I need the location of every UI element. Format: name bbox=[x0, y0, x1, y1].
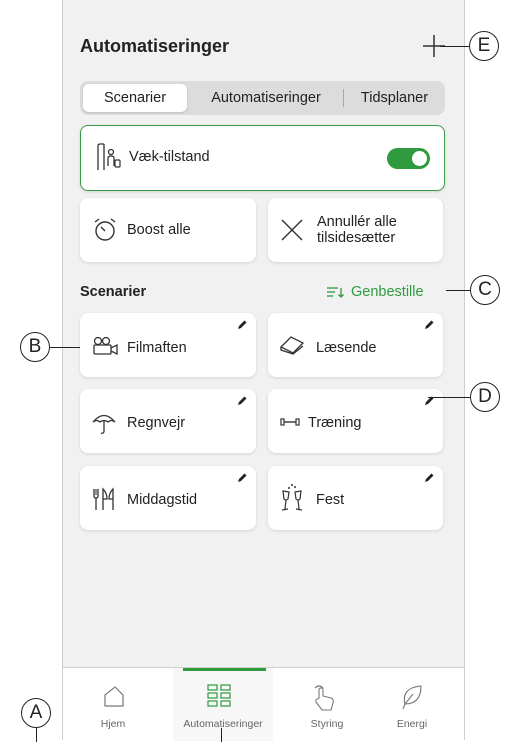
scenario-card-filmaften[interactable]: Filmaften bbox=[80, 313, 256, 377]
sort-icon bbox=[327, 287, 344, 299]
callout-c: C bbox=[470, 275, 500, 305]
away-mode-card[interactable]: Væk-tilstand bbox=[80, 125, 445, 191]
cancel-overrides-button[interactable]: Annullér alle tilsidesætter bbox=[268, 198, 443, 262]
scenario-label: Regnvejr bbox=[127, 415, 186, 431]
reorder-button[interactable]: Genbestille bbox=[327, 284, 424, 300]
callout-line-b bbox=[50, 347, 80, 349]
edit-pencil-icon[interactable] bbox=[236, 472, 248, 484]
tab-tidsplaner[interactable]: Tidsplaner bbox=[346, 84, 443, 112]
cancel-label-line2: tilsidesætter bbox=[317, 230, 396, 246]
boost-all-button[interactable]: Boost alle bbox=[80, 198, 256, 262]
book-icon bbox=[279, 336, 305, 355]
tab-label: Energi bbox=[396, 718, 428, 730]
umbrella-icon bbox=[92, 414, 116, 434]
segment-divider bbox=[343, 89, 344, 107]
page-title: Automatiseringer bbox=[80, 36, 230, 56]
callout-line-a bbox=[36, 728, 38, 742]
away-mode-toggle[interactable] bbox=[387, 148, 430, 169]
tick-mark bbox=[221, 728, 223, 742]
home-icon bbox=[104, 686, 124, 707]
cancel-label-line1: Annullér alle bbox=[317, 214, 397, 230]
scenario-card-fest[interactable]: Fest bbox=[268, 466, 443, 530]
champagne-icon bbox=[281, 484, 303, 511]
scenario-label: Middagstid bbox=[127, 492, 198, 508]
edit-pencil-icon[interactable] bbox=[423, 472, 435, 484]
callout-line-e bbox=[440, 46, 469, 48]
callout-line-d bbox=[428, 397, 471, 399]
scenario-card-laesende[interactable]: Læsende bbox=[268, 313, 443, 377]
scenario-card-traening[interactable]: Træning bbox=[268, 389, 443, 453]
edit-pencil-icon[interactable] bbox=[423, 319, 435, 331]
tab-energi[interactable]: Energi bbox=[362, 668, 462, 741]
scenario-card-middagstid[interactable]: Middagstid bbox=[80, 466, 256, 530]
edit-pencil-icon[interactable] bbox=[236, 395, 248, 407]
boost-all-label: Boost alle bbox=[127, 222, 191, 238]
scenario-label: Fest bbox=[316, 492, 345, 508]
reorder-label: Genbestille bbox=[351, 284, 424, 300]
section-title: Scenarier bbox=[80, 284, 147, 300]
tab-hjem[interactable]: Hjem bbox=[63, 668, 163, 741]
scenario-label: Træning bbox=[308, 415, 362, 431]
callout-b: B bbox=[20, 332, 50, 362]
tab-automatiseringer[interactable]: Automatiseringer bbox=[190, 84, 342, 112]
scenario-label: Filmaften bbox=[127, 340, 187, 356]
tab-scenarier[interactable]: Scenarier bbox=[83, 84, 187, 112]
active-tab-indicator bbox=[183, 668, 266, 671]
tab-label: Hjem bbox=[100, 718, 126, 730]
edit-pencil-icon[interactable] bbox=[236, 319, 248, 331]
phone-screen: Automatiseringer Scenarier Automatiserin… bbox=[62, 0, 465, 741]
scenario-label: Læsende bbox=[316, 340, 377, 356]
away-person-icon bbox=[97, 143, 121, 170]
toggle-knob bbox=[412, 151, 427, 166]
tab-label: Automatiseringer bbox=[183, 718, 263, 730]
bottom-tab-bar: Hjem Automatiseringer Styring Energi bbox=[63, 667, 464, 741]
dumbbell-icon bbox=[280, 418, 300, 426]
scenario-card-regnvejr[interactable]: Regnvejr bbox=[80, 389, 256, 453]
callout-e: E bbox=[469, 31, 499, 61]
away-mode-label: Væk-tilstand bbox=[129, 149, 210, 165]
cancel-overrides-label: Annullér alle tilsidesætter bbox=[317, 214, 397, 246]
leaf-icon bbox=[402, 685, 422, 710]
cutlery-icon bbox=[93, 487, 114, 510]
stopwatch-icon bbox=[94, 218, 116, 241]
close-icon bbox=[281, 219, 303, 241]
segmented-control: Scenarier Automatiseringer Tidsplaner bbox=[80, 81, 445, 115]
grid-icon bbox=[207, 684, 231, 707]
callout-d: D bbox=[470, 382, 500, 412]
tab-automatiseringer-nav[interactable]: Automatiseringer bbox=[173, 668, 273, 741]
touch-hand-icon bbox=[314, 685, 334, 711]
callout-a: A bbox=[21, 698, 51, 728]
callout-line-c bbox=[446, 290, 471, 292]
movie-camera-icon bbox=[93, 336, 118, 356]
